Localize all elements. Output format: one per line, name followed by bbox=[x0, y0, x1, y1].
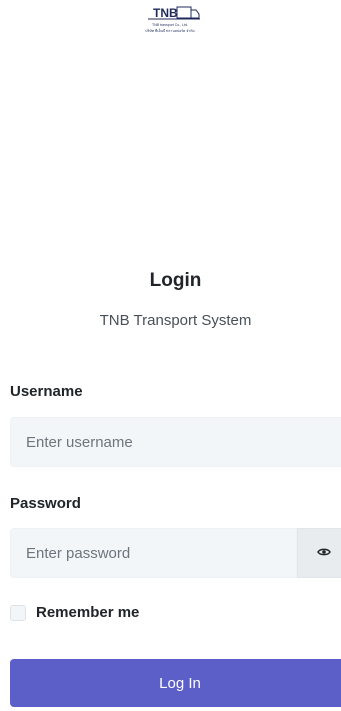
username-label: Username bbox=[10, 383, 83, 400]
login-button[interactable]: Log In bbox=[10, 659, 341, 707]
eye-icon bbox=[316, 544, 331, 562]
username-input[interactable] bbox=[26, 433, 341, 451]
login-title: Login bbox=[149, 270, 202, 291]
remember-me-label[interactable]: Remember me bbox=[36, 604, 139, 621]
password-input[interactable] bbox=[26, 544, 296, 562]
remember-me: Remember me bbox=[10, 604, 139, 621]
login-subtitle: TNB Transport System bbox=[99, 312, 252, 329]
username-field[interactable] bbox=[10, 417, 341, 467]
toggle-password-visibility-button[interactable] bbox=[297, 528, 341, 578]
password-field bbox=[10, 528, 341, 578]
company-logo: TNB TNB transport Co., Ltd. บริษัท ทีเอ็… bbox=[140, 4, 210, 38]
password-label: Password bbox=[10, 495, 81, 512]
password-input-wrapper[interactable] bbox=[10, 528, 297, 578]
remember-me-checkbox[interactable] bbox=[10, 604, 26, 621]
logo-line1: TNB transport Co., Ltd. bbox=[152, 23, 188, 27]
logo-line2: บริษัท ทีเอ็นบี ทรานสปอร์ต จำกัด bbox=[145, 27, 194, 33]
login-page: TNB TNB transport Co., Ltd. บริษัท ทีเอ็… bbox=[0, 0, 341, 711]
logo-mark-text: TNB bbox=[153, 6, 178, 20]
